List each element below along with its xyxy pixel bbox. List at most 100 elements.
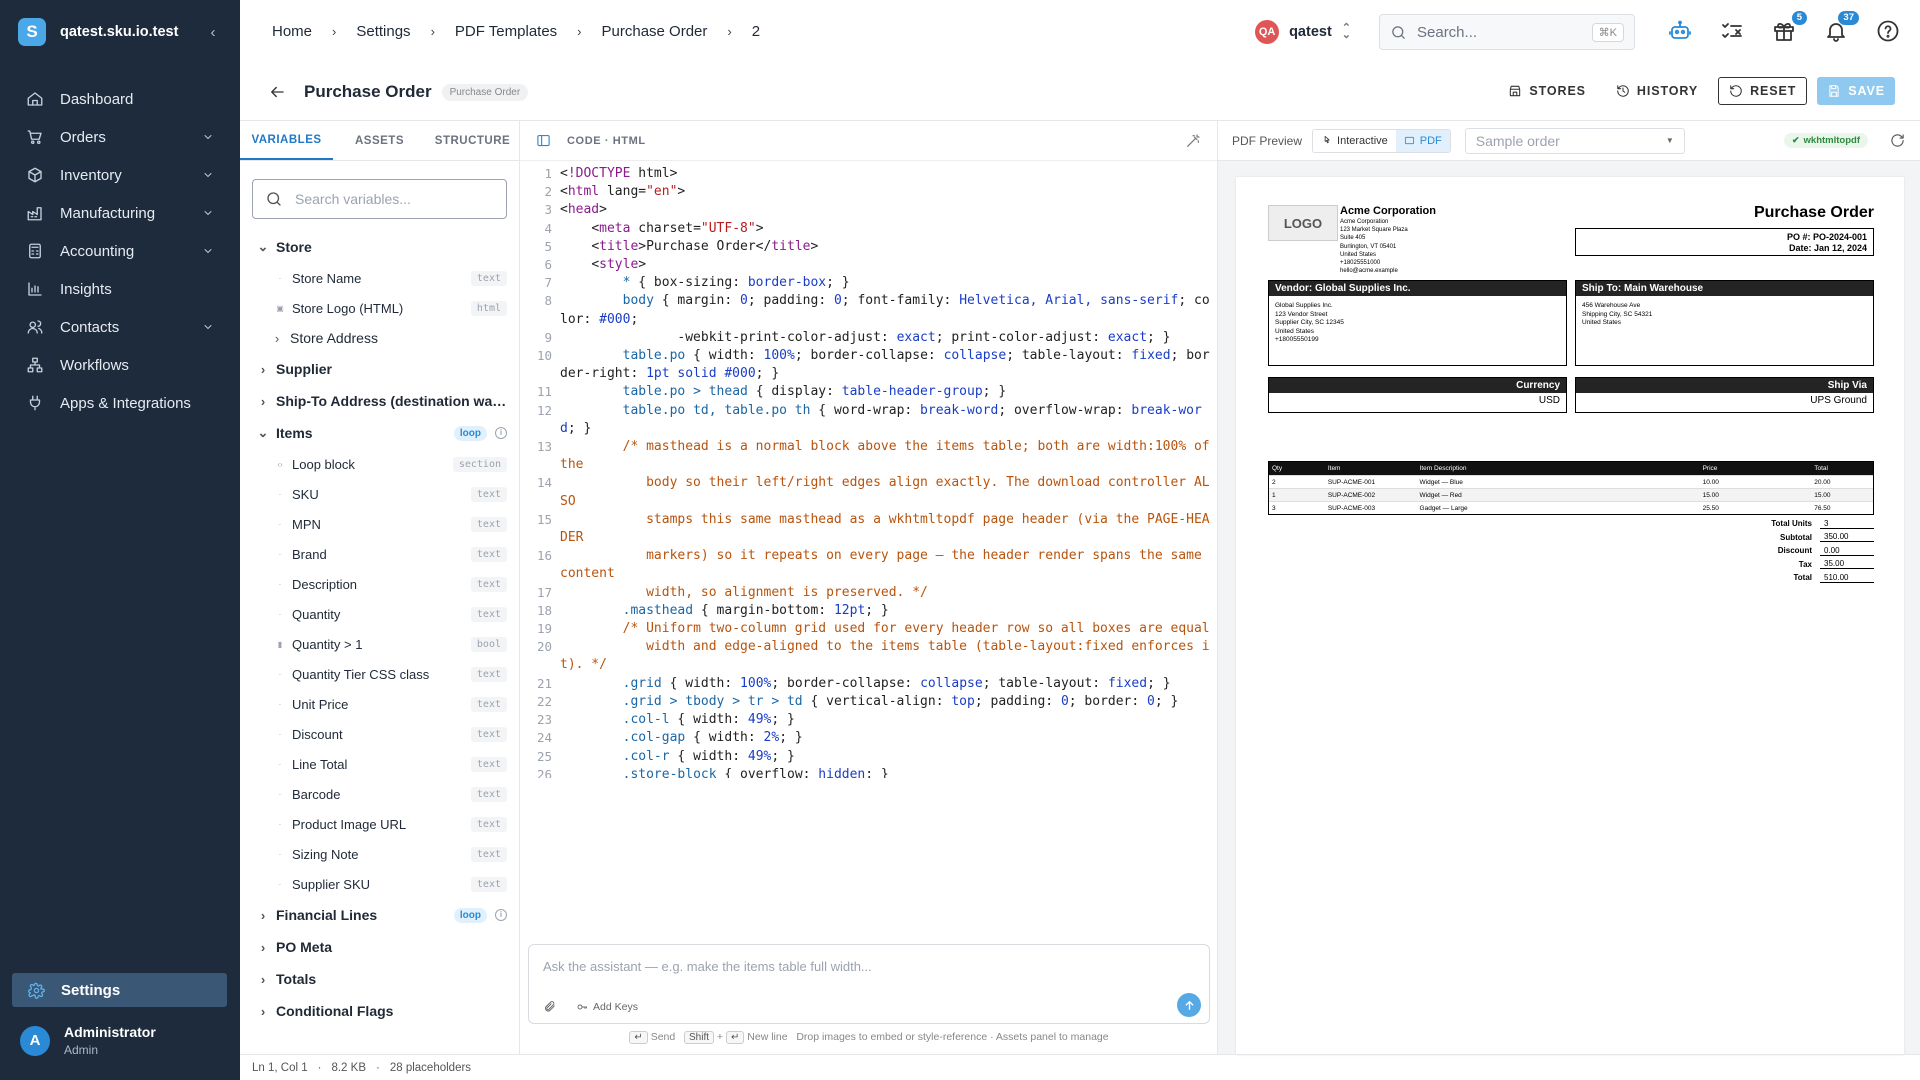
tenant-badge: QA	[1255, 20, 1280, 44]
assistant-robot-icon[interactable]	[1668, 19, 1694, 45]
variable-item[interactable]: ‹› Loop block section	[240, 449, 519, 479]
variable-item[interactable]: · Store Name text	[240, 263, 519, 293]
tab-assets[interactable]: ASSETS	[333, 121, 426, 160]
sidebar-item-apps-integrations[interactable]: Apps & Integrations	[0, 384, 240, 422]
chevron-down-icon[interactable]	[202, 245, 214, 257]
variable-item[interactable]: · MPN text	[240, 509, 519, 539]
variable-section[interactable]: › Totals	[240, 963, 519, 995]
tab-structure[interactable]: STRUCTURE	[426, 121, 519, 160]
variable-item[interactable]: · Unit Price text	[240, 689, 519, 719]
sidebar-item-label: Inventory	[60, 166, 122, 184]
variable-item[interactable]: · Barcode text	[240, 779, 519, 809]
totals-value: 510.00	[1820, 573, 1874, 583]
help-icon[interactable]	[1876, 19, 1902, 45]
breadcrumb-item[interactable]: Settings	[356, 23, 410, 40]
variable-section[interactable]: ⌄ Items loop i	[240, 417, 519, 449]
info-icon[interactable]: i	[495, 909, 507, 921]
user-menu[interactable]: A Administrator Admin	[20, 1024, 156, 1057]
variable-item[interactable]: · Sizing Note text	[240, 839, 519, 869]
variable-item[interactable]: · Quantity text	[240, 599, 519, 629]
sidebar-item-insights[interactable]: Insights	[0, 270, 240, 308]
variables-tree: ⌄ Store · Store Name text ▣ Store Logo (HTML) h…	[240, 231, 519, 1027]
variable-item[interactable]: · Line Total text	[240, 749, 519, 779]
variable-item[interactable]: ▣ Store Logo (HTML) html	[240, 293, 519, 323]
line-number: 7	[544, 275, 552, 291]
variable-item[interactable]: · Product Image URL text	[240, 809, 519, 839]
pdf-mode-button[interactable]: PDF	[1395, 129, 1450, 152]
assistant-input[interactable]: Ask the assistant — e.g. make the items …	[528, 944, 1210, 1024]
tenant-switcher[interactable]: QA qatest ⌃ ⌄	[1255, 20, 1351, 44]
variable-item[interactable]: · Supplier SKU text	[240, 869, 519, 899]
chevron-right-icon[interactable]: ›	[256, 972, 270, 987]
chevron-down-icon[interactable]: ⌄	[256, 240, 270, 253]
chevron-right-icon[interactable]: ›	[256, 940, 270, 955]
items-header-cell: Item	[1327, 465, 1341, 472]
app-logo[interactable]: S	[18, 18, 46, 46]
paperclip-icon[interactable]	[543, 1000, 556, 1013]
sidebar-item-accounting[interactable]: Accounting	[0, 232, 240, 270]
magic-wand-icon[interactable]	[1185, 133, 1201, 149]
sidebar-item-orders[interactable]: Orders	[0, 118, 240, 156]
chevron-down-icon[interactable]	[202, 207, 214, 219]
bell-icon[interactable]: 37	[1824, 11, 1859, 45]
send-button[interactable]	[1177, 993, 1201, 1017]
variable-item[interactable]: ▮ Quantity > 1 bool	[240, 629, 519, 659]
history-button[interactable]: HISTORY	[1606, 77, 1708, 105]
variable-item[interactable]: · Discount text	[240, 719, 519, 749]
variable-item[interactable]: · SKU text	[240, 479, 519, 509]
tasks-icon[interactable]	[1720, 19, 1746, 45]
breadcrumb-item[interactable]: PDF Templates	[455, 23, 557, 40]
variable-section[interactable]: › Supplier	[240, 353, 519, 385]
doc-po-number: PO #: PO-2024-001	[1786, 232, 1867, 242]
gift-icon[interactable]: 5	[1772, 11, 1807, 45]
chevron-right-icon[interactable]: ›	[256, 1004, 270, 1019]
code-text: <style>	[560, 257, 647, 273]
add-keys-button[interactable]: Add Keys	[576, 1001, 638, 1013]
variable-section[interactable]: ⌄ Store	[240, 231, 519, 263]
variable-item[interactable]: · Quantity Tier CSS class text	[240, 659, 519, 689]
address-line: +18025551000	[1340, 260, 1381, 267]
variable-item[interactable]: · Brand text	[240, 539, 519, 569]
refresh-icon[interactable]	[1890, 133, 1906, 148]
table-cell: 3	[1272, 504, 1276, 512]
chevron-right-icon[interactable]: ›	[256, 394, 270, 409]
stores-button[interactable]: STORES	[1498, 77, 1596, 105]
line-number: 1	[544, 166, 552, 181]
sidebar-item-settings[interactable]: Settings	[12, 973, 227, 1007]
variable-section[interactable]: › Conditional Flags	[240, 995, 519, 1027]
sidebar-item-manufacturing[interactable]: Manufacturing	[0, 194, 240, 232]
chevron-right-icon[interactable]: ›	[256, 362, 270, 377]
store-name[interactable]: qatest.sku.io.test	[60, 24, 190, 40]
variable-section[interactable]: › Ship-To Address (destination warehouse)	[240, 385, 519, 417]
panel-toggle-icon[interactable]	[536, 133, 551, 148]
variable-item[interactable]: · Description text	[240, 569, 519, 599]
breadcrumb-item[interactable]: Purchase Order	[602, 23, 708, 40]
sidebar-item-inventory[interactable]: Inventory	[0, 156, 240, 194]
reset-button[interactable]: RESET	[1718, 77, 1808, 105]
save-button[interactable]: SAVE	[1817, 77, 1895, 105]
variable-section[interactable]: › Financial Lines loop i	[240, 899, 519, 931]
sidebar-item-contacts[interactable]: Contacts	[0, 308, 240, 346]
chevron-down-icon[interactable]	[202, 131, 214, 143]
global-search[interactable]: Search... ⌘K	[1379, 14, 1635, 50]
chevron-down-icon[interactable]	[202, 169, 214, 181]
line-number: 26	[536, 766, 552, 778]
sample-order-select[interactable]: Sample order ▼	[1464, 127, 1685, 154]
code-editor[interactable]: 1 <!DOCTYPE html> 2 <html lang="en"> 3 <head>…	[520, 165, 1218, 778]
sidebar-item-workflows[interactable]: Workflows	[0, 346, 240, 384]
search-variables-input[interactable]: Search variables...	[252, 179, 507, 219]
info-icon[interactable]: i	[495, 427, 507, 439]
variable-section[interactable]: › Store Address	[240, 323, 519, 353]
chevron-right-icon[interactable]: ›	[256, 908, 270, 923]
interactive-mode-button[interactable]: Interactive	[1313, 129, 1396, 152]
chevron-right-icon[interactable]: ›	[270, 331, 284, 346]
sidebar-item-dashboard[interactable]: Dashboard	[0, 80, 240, 118]
variable-section[interactable]: › PO Meta	[240, 931, 519, 963]
collapse-sidebar-icon[interactable]: ‹	[204, 24, 222, 41]
hint-rest: Drop images to embed or style-reference …	[796, 1031, 1109, 1043]
chevron-down-icon[interactable]	[202, 321, 214, 333]
breadcrumb-item[interactable]: Home	[272, 23, 312, 40]
tab-variables[interactable]: VARIABLES	[240, 121, 333, 160]
back-arrow-icon[interactable]	[268, 83, 288, 101]
chevron-down-icon[interactable]: ⌄	[256, 426, 270, 439]
